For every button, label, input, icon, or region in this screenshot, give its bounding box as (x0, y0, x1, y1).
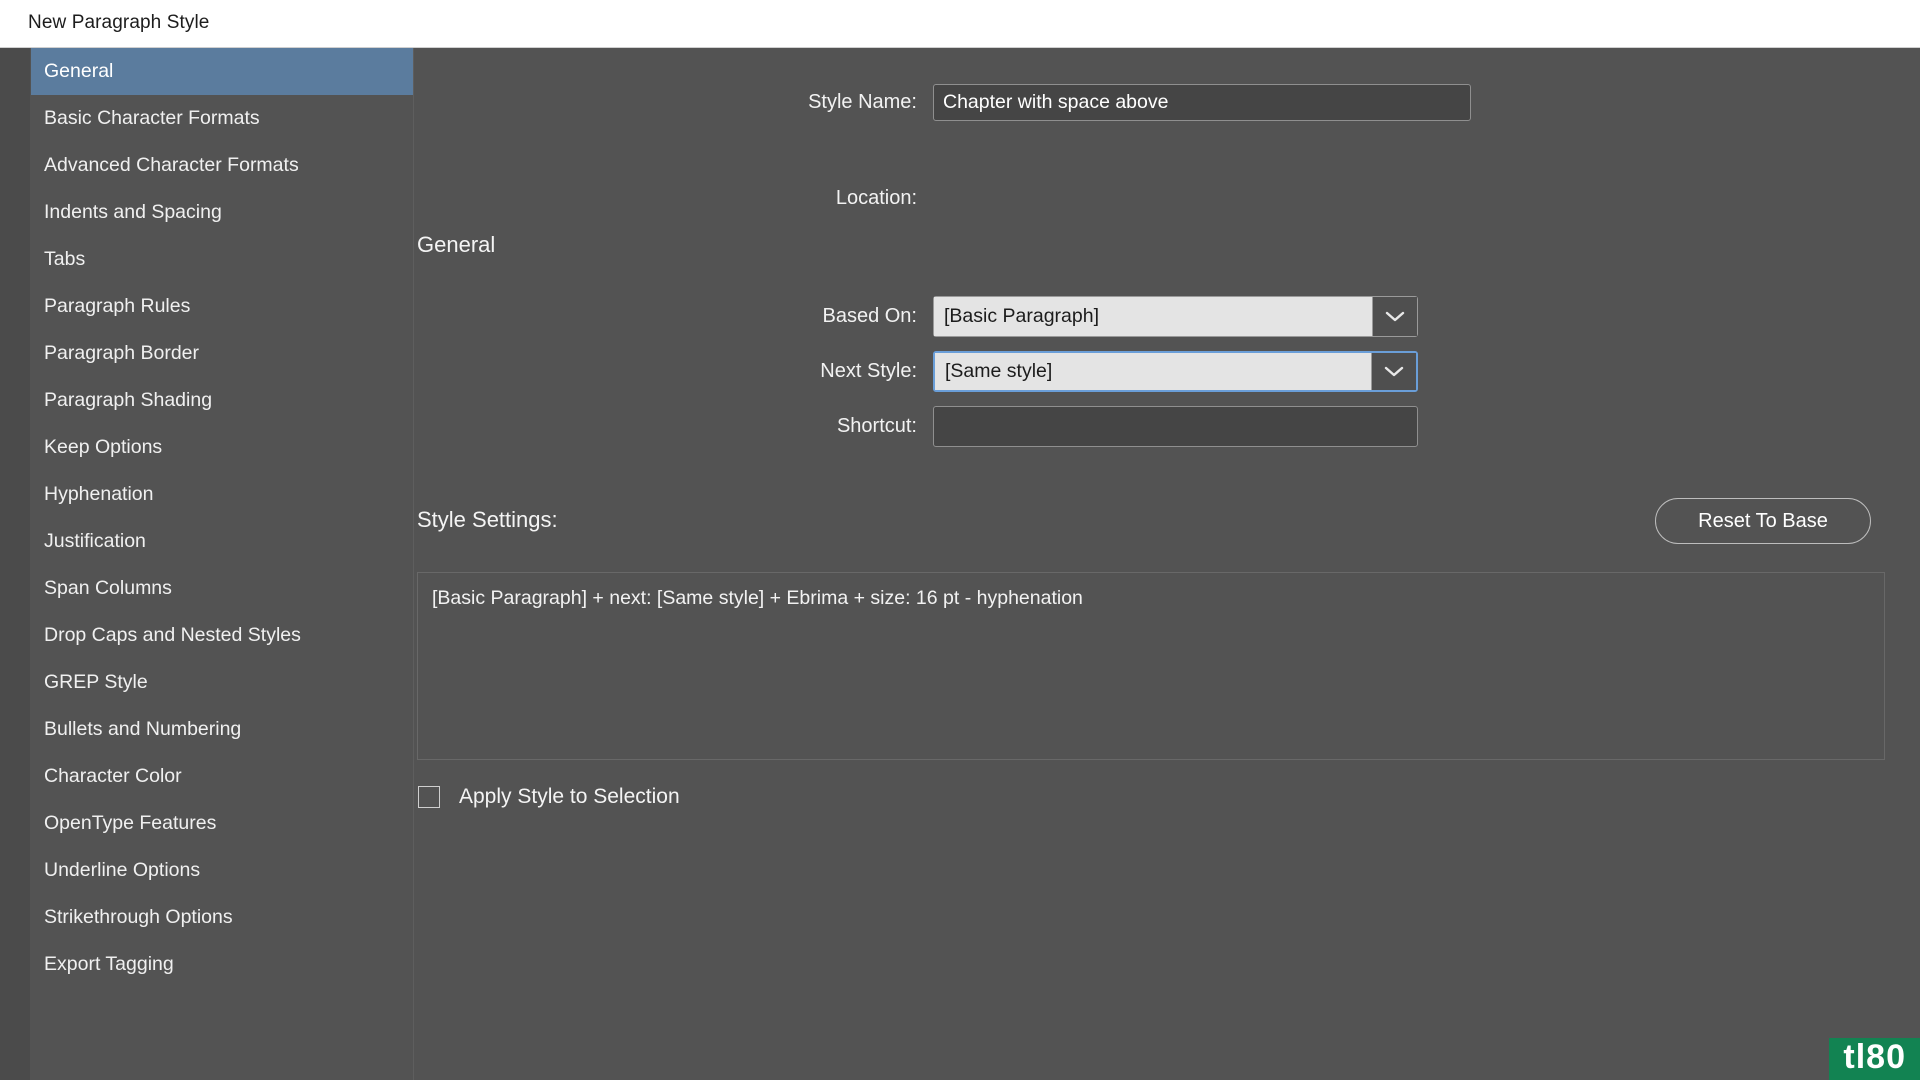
shortcut-row: Shortcut: (415, 406, 1418, 447)
sidebar-item-label: Indents and Spacing (44, 201, 222, 223)
chevron-down-icon[interactable] (1371, 353, 1416, 390)
dialog-body: General Basic Character Formats Advanced C… (0, 48, 1920, 1080)
sidebar-item-paragraph-shading[interactable]: Paragraph Shading (31, 377, 413, 424)
reset-to-base-button[interactable]: Reset To Base (1655, 498, 1871, 544)
sidebar-item-label: General (44, 60, 114, 82)
sidebar-item-general[interactable]: General (31, 48, 413, 95)
sidebar-item-label: Drop Caps and Nested Styles (44, 624, 301, 646)
sidebar-item-underline-options[interactable]: Underline Options (31, 847, 413, 894)
sidebar-item-label: Paragraph Rules (44, 295, 191, 317)
based-on-dropdown[interactable]: [Basic Paragraph] (933, 296, 1418, 337)
sidebar-item-bullets-and-numbering[interactable]: Bullets and Numbering (31, 706, 413, 753)
sidebar-item-label: Export Tagging (44, 953, 174, 975)
sidebar-item-keep-options[interactable]: Keep Options (31, 424, 413, 471)
style-name-label: Style Name: (808, 91, 917, 113)
sidebar-item-label: Paragraph Shading (44, 389, 213, 411)
sidebar-item-label: Underline Options (44, 859, 201, 881)
sidebar-item-indents-and-spacing[interactable]: Indents and Spacing (31, 189, 413, 236)
sidebar-item-basic-character-formats[interactable]: Basic Character Formats (31, 95, 413, 142)
apply-style-checkbox[interactable] (418, 786, 440, 808)
sidebar-item-span-columns[interactable]: Span Columns (31, 565, 413, 612)
sidebar-item-label: Character Color (44, 765, 182, 787)
left-rail-strip (0, 48, 30, 1080)
window-title-bar: New Paragraph Style (0, 0, 1920, 48)
shortcut-label: Shortcut: (836, 415, 917, 437)
sidebar-item-label: Advanced Character Formats (44, 154, 299, 176)
sidebar-item-paragraph-rules[interactable]: Paragraph Rules (31, 283, 413, 330)
section-heading: General (417, 232, 496, 257)
style-name-row: Style Name: (415, 84, 1471, 121)
sidebar-item-label: Strikethrough Options (44, 906, 233, 928)
sidebar-item-label: Basic Character Formats (44, 107, 260, 129)
sidebar-item-label: Justification (44, 530, 146, 552)
sidebar-item-advanced-character-formats[interactable]: Advanced Character Formats (31, 142, 413, 189)
sidebar-item-label: Paragraph Border (44, 342, 200, 364)
next-style-row: Next Style: [Same style] (415, 351, 1418, 392)
sidebar-item-strikethrough-options[interactable]: Strikethrough Options (31, 894, 413, 941)
sidebar-item-label: OpenType Features (44, 812, 217, 834)
sidebar-item-opentype-features[interactable]: OpenType Features (31, 800, 413, 847)
window-title: New Paragraph Style (28, 12, 210, 33)
sidebar-item-label: Tabs (44, 248, 86, 270)
chevron-down-icon[interactable] (1372, 297, 1417, 336)
sidebar-item-label: Hyphenation (44, 483, 154, 505)
sidebar-item-label: Bullets and Numbering (44, 718, 242, 740)
location-label: Location: (835, 187, 917, 209)
category-sidebar[interactable]: General Basic Character Formats Advanced C… (31, 48, 414, 1080)
apply-style-label: Apply Style to Selection (459, 785, 680, 808)
watermark-badge: tl80 (1829, 1038, 1920, 1080)
based-on-row: Based On: [Basic Paragraph] (415, 296, 1418, 337)
sidebar-item-label: Keep Options (44, 436, 163, 458)
sidebar-item-export-tagging[interactable]: Export Tagging (31, 941, 413, 988)
next-style-dropdown[interactable]: [Same style] (933, 351, 1418, 392)
based-on-value: [Basic Paragraph] (934, 297, 1372, 336)
main-panel: Style Name: Location: General Based On: … (415, 48, 1920, 1080)
style-name-input[interactable] (933, 84, 1471, 121)
sidebar-item-drop-caps-and-nested-styles[interactable]: Drop Caps and Nested Styles (31, 612, 413, 659)
style-settings-box: [Basic Paragraph] + next: [Same style] +… (417, 572, 1885, 760)
sidebar-item-label: GREP Style (44, 671, 148, 693)
shortcut-input[interactable] (933, 406, 1418, 447)
sidebar-item-hyphenation[interactable]: Hyphenation (31, 471, 413, 518)
sidebar-item-label: Span Columns (44, 577, 172, 599)
location-row: Location: (415, 187, 949, 210)
next-style-label: Next Style: (820, 360, 917, 382)
style-settings-text: [Basic Paragraph] + next: [Same style] +… (432, 587, 1083, 609)
sidebar-item-character-color[interactable]: Character Color (31, 753, 413, 800)
sidebar-item-tabs[interactable]: Tabs (31, 236, 413, 283)
next-style-value: [Same style] (935, 353, 1371, 390)
sidebar-item-justification[interactable]: Justification (31, 518, 413, 565)
sidebar-item-paragraph-border[interactable]: Paragraph Border (31, 330, 413, 377)
apply-style-to-selection-row[interactable]: Apply Style to Selection (418, 785, 680, 809)
based-on-label: Based On: (822, 305, 917, 327)
sidebar-item-grep-style[interactable]: GREP Style (31, 659, 413, 706)
style-settings-label: Style Settings: (417, 507, 558, 532)
